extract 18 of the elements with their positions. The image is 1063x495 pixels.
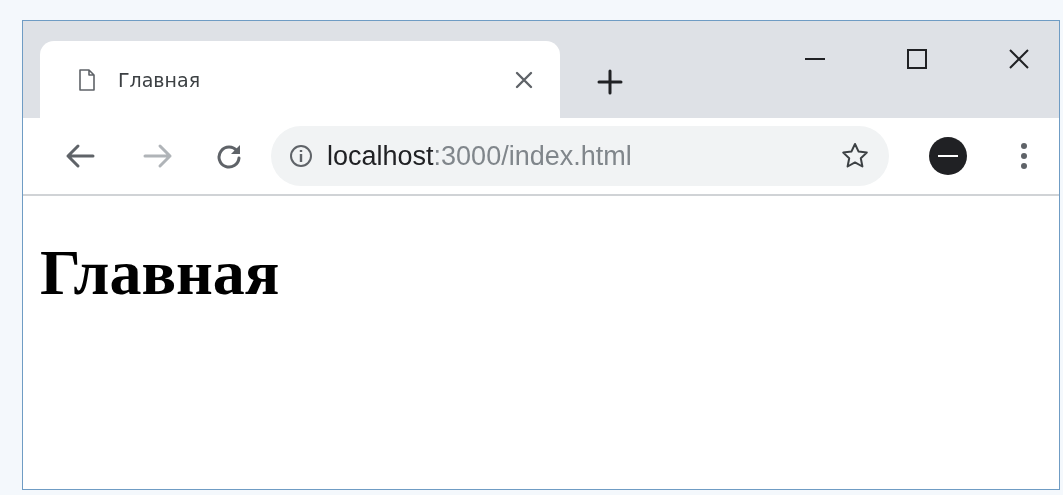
forward-arrow-icon: [143, 143, 173, 169]
browser-tab[interactable]: Главная: [40, 41, 560, 118]
info-icon: [289, 144, 313, 168]
avatar-icon: [928, 136, 968, 176]
plus-icon: [597, 69, 623, 95]
address-bar[interactable]: localhost:3000/index.html: [271, 126, 889, 186]
star-icon: [841, 142, 869, 170]
page-heading: Главная: [40, 236, 281, 310]
menu-dots-icon: [1020, 142, 1028, 170]
close-icon: [515, 70, 533, 89]
tab-title: Главная: [118, 68, 202, 91]
maximize-icon: [906, 48, 928, 70]
minimize-icon: [804, 58, 826, 60]
back-arrow-icon: [65, 143, 95, 169]
url-text: localhost:3000/index.html: [327, 140, 633, 172]
document-icon: [78, 68, 96, 91]
reload-icon: [216, 143, 242, 169]
close-icon: [1008, 48, 1030, 70]
